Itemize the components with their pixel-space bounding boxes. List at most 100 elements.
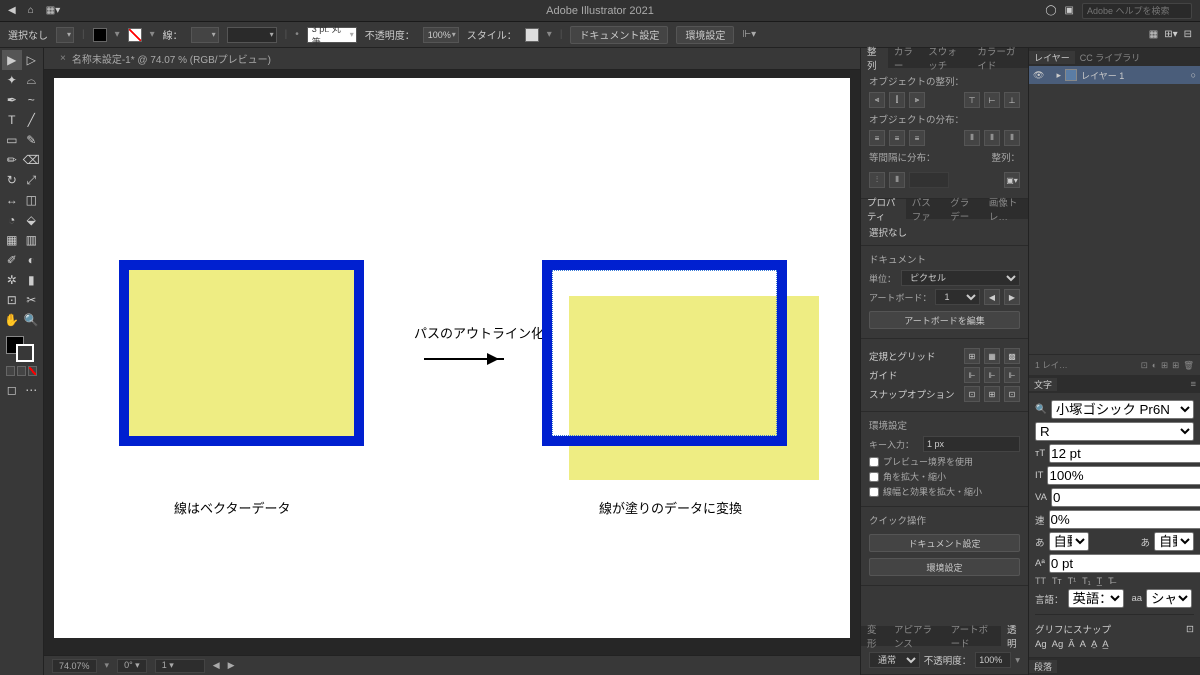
dist-left-icon[interactable]: ⦀ bbox=[964, 130, 980, 146]
kerning-input[interactable] bbox=[1051, 488, 1200, 507]
tab-transparency[interactable]: 透明 bbox=[1001, 626, 1028, 646]
tab-gradient[interactable]: グラデー bbox=[944, 199, 983, 219]
edit-artboard-button[interactable]: アートボードを編集 bbox=[869, 311, 1020, 329]
layer-row[interactable]: 👁 ▸ レイヤー 1 ○ bbox=[1029, 66, 1200, 84]
eyedropper-tool[interactable]: ✐ bbox=[2, 250, 22, 270]
quick-docsetup-button[interactable]: ドキュメント設定 bbox=[869, 534, 1020, 552]
language-select[interactable]: 英語：米国 bbox=[1068, 589, 1124, 608]
tab-pathfinder[interactable]: パスファ bbox=[906, 199, 945, 219]
guide-lock-icon[interactable]: ⊩ bbox=[984, 367, 1000, 383]
document-tab[interactable]: × 名称未設定-1* @ 74.07 % (RGB/プレビュー) bbox=[44, 48, 860, 70]
tab-color[interactable]: カラー bbox=[888, 48, 922, 68]
lasso-tool[interactable]: ⌓ bbox=[22, 70, 42, 90]
color-mode-icon[interactable] bbox=[6, 366, 15, 376]
panel-menu-icon[interactable]: ≡ bbox=[1186, 379, 1200, 390]
smallcaps-icon[interactable]: Tᴛ bbox=[1052, 576, 1062, 586]
width-tool[interactable]: ↔ bbox=[2, 190, 22, 210]
shaper-tool[interactable]: ✏ bbox=[2, 150, 22, 170]
zoom-tool[interactable]: 🔍 bbox=[22, 310, 42, 330]
align-to-dd[interactable]: ▣▾ bbox=[1004, 172, 1020, 188]
line-tool[interactable]: ╱ bbox=[22, 110, 42, 130]
nav-prev-icon[interactable]: ◀ bbox=[213, 660, 220, 671]
preview-bounds-checkbox[interactable]: プレビュー境界を使用 bbox=[869, 455, 1020, 468]
units-select[interactable]: ピクセル bbox=[901, 270, 1020, 286]
tab-colorguide[interactable]: カラーガイド bbox=[971, 48, 1028, 68]
dist-right-icon[interactable]: ⦀ bbox=[1004, 130, 1020, 146]
slice-tool[interactable]: ✂ bbox=[22, 290, 42, 310]
tab-paragraph[interactable]: 段落 bbox=[1029, 660, 1057, 673]
paintbrush-tool[interactable]: ✎ bbox=[22, 130, 42, 150]
curvature-tool[interactable]: ~ bbox=[22, 90, 42, 110]
aki-right-select[interactable]: 自動 bbox=[1154, 532, 1194, 551]
dist-hspace-icon[interactable]: ⫴ bbox=[889, 172, 905, 188]
layer-mask-icon[interactable]: ◐ bbox=[1152, 360, 1157, 370]
tab-appearance[interactable]: アピアランス bbox=[888, 626, 945, 646]
align-bottom-icon[interactable]: ⊥ bbox=[1004, 92, 1020, 108]
help-search-input[interactable] bbox=[1082, 3, 1192, 19]
artboard-nav[interactable]: 1 ▾ bbox=[155, 659, 205, 673]
tab-swatches[interactable]: スウォッチ bbox=[922, 48, 971, 68]
allcaps-icon[interactable]: TT bbox=[1035, 576, 1046, 586]
grid-icon[interactable]: ▦ bbox=[984, 348, 1000, 364]
shape-builder-tool[interactable]: ◔ bbox=[2, 210, 22, 230]
glyph-opt1-icon[interactable]: Ag bbox=[1035, 639, 1047, 650]
font-size-input[interactable] bbox=[1049, 444, 1200, 463]
user-icon[interactable]: ◯ bbox=[1045, 5, 1056, 16]
artboard-select[interactable]: 1 bbox=[935, 289, 980, 305]
transparency-opacity-input[interactable] bbox=[975, 652, 1011, 668]
stroke-profile-dd[interactable] bbox=[227, 27, 277, 43]
blend-mode-select[interactable]: 通常 bbox=[869, 652, 920, 668]
close-tab-icon[interactable]: × bbox=[60, 53, 66, 64]
dist-vspace-icon[interactable]: ⫶ bbox=[869, 172, 885, 188]
zoom-level[interactable]: 74.07% bbox=[52, 659, 97, 673]
magic-wand-tool[interactable]: ✦ bbox=[2, 70, 22, 90]
layer-sublayer-icon[interactable]: ⊞ bbox=[1161, 360, 1168, 371]
tab-character[interactable]: 文字 bbox=[1029, 378, 1057, 391]
fill-stroke-swatches[interactable] bbox=[2, 334, 41, 364]
graph-tool[interactable]: ▮ bbox=[22, 270, 42, 290]
tab-cclibraries[interactable]: CC ライブラリ bbox=[1075, 51, 1146, 64]
rotate-view[interactable]: 0° ▾ bbox=[117, 659, 147, 673]
visibility-icon[interactable]: 👁 bbox=[1033, 70, 1044, 81]
stroke-weight-input[interactable] bbox=[191, 27, 219, 43]
collapse-icon[interactable]: ⊟ bbox=[1184, 29, 1192, 40]
align-hcenter-icon[interactable]: ⫿ bbox=[889, 92, 905, 108]
layer-locate-icon[interactable]: ⊡ bbox=[1141, 360, 1148, 371]
gradient-tool[interactable]: ▥ bbox=[22, 230, 42, 250]
rectangle-tool[interactable]: ▭ bbox=[2, 130, 22, 150]
tab-align[interactable]: 整列 bbox=[861, 48, 888, 68]
fill-swatch[interactable] bbox=[93, 28, 107, 42]
canvas[interactable]: 線はベクターデータ パスのアウトライン化 線が塗りのデータに変換 bbox=[44, 70, 860, 655]
artboard-next-icon[interactable]: ▶ bbox=[1004, 289, 1020, 305]
tab-layers[interactable]: レイヤー bbox=[1029, 51, 1075, 64]
essentials-icon[interactable]: ▦ bbox=[1149, 29, 1158, 40]
dist-top-icon[interactable]: ≡ bbox=[869, 130, 885, 146]
scale-tool[interactable]: ⤢ bbox=[22, 170, 42, 190]
arrange-icon[interactable]: ▦▾ bbox=[46, 5, 60, 16]
workspace-icon[interactable]: ▣ bbox=[1065, 5, 1074, 16]
snap-pixel-icon[interactable]: ⊡ bbox=[1004, 386, 1020, 402]
artboard-tool[interactable]: ⊡ bbox=[2, 290, 22, 310]
scale-corners-checkbox[interactable]: 角を拡大・縮小 bbox=[869, 470, 1020, 483]
gradient-mode-icon[interactable] bbox=[17, 366, 26, 376]
direct-selection-tool[interactable]: ▷ bbox=[22, 50, 42, 70]
edit-toolbar-icon[interactable]: ⋯ bbox=[22, 380, 42, 400]
tab-imagetrace[interactable]: 画像トレ… bbox=[983, 199, 1028, 219]
left-rectangle[interactable] bbox=[119, 260, 364, 446]
align-icon[interactable]: ⊩▾ bbox=[742, 29, 756, 40]
superscript-icon[interactable]: T¹ bbox=[1068, 576, 1077, 586]
aki-left-select[interactable]: 自動 bbox=[1049, 532, 1089, 551]
eraser-tool[interactable]: ⌫ bbox=[22, 150, 42, 170]
right-outline-rectangle[interactable] bbox=[542, 260, 787, 446]
selection-tool[interactable]: ▶ bbox=[2, 50, 22, 70]
selection-dropdown[interactable] bbox=[56, 27, 74, 43]
glyph-snap-toggle[interactable]: ⊡ bbox=[1186, 624, 1194, 635]
quick-prefs-button[interactable]: 環境設定 bbox=[869, 558, 1020, 576]
layer-delete-icon[interactable]: 🗑 bbox=[1183, 360, 1194, 371]
type-tool[interactable]: T bbox=[2, 110, 22, 130]
baseline-input[interactable] bbox=[1049, 554, 1200, 573]
guide-snap-icon[interactable]: ⊩ bbox=[1004, 367, 1020, 383]
opacity-input[interactable]: 100% bbox=[423, 27, 459, 43]
subscript-icon[interactable]: T₁ bbox=[1082, 576, 1091, 586]
transparency-grid-icon[interactable]: ▩ bbox=[1004, 348, 1020, 364]
